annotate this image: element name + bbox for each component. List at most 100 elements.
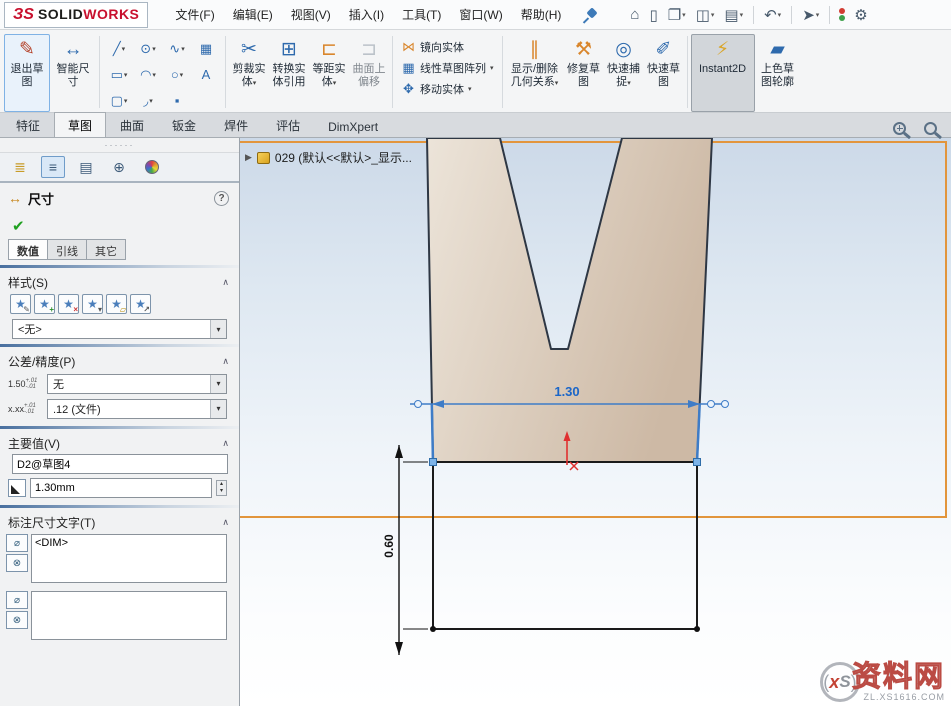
property-manager-tab[interactable]: ≡ bbox=[41, 156, 65, 178]
zoom-to-area-icon[interactable] bbox=[893, 122, 906, 135]
fillet-icon: ◞ bbox=[143, 93, 148, 109]
tab-sketch[interactable]: 草图 bbox=[54, 112, 106, 137]
traffic-light-icon[interactable] bbox=[839, 8, 845, 21]
display-manager-tab[interactable] bbox=[140, 156, 164, 178]
menu-edit[interactable]: 编辑(E) bbox=[224, 1, 282, 28]
rectangle-tool-button[interactable]: ▭▾ bbox=[105, 62, 133, 87]
watermark: (xS) 资料网 ZL.XS1616.COM bbox=[820, 662, 945, 702]
line-tool-button[interactable]: ╱▾ bbox=[105, 36, 133, 61]
menu-window[interactable]: 窗口(W) bbox=[450, 1, 511, 28]
options-button[interactable]: ⚙ bbox=[850, 4, 871, 26]
panel-title: 尺寸 bbox=[28, 189, 54, 208]
tab-dimxpert[interactable]: DimXpert bbox=[314, 115, 392, 137]
slot-tool-button[interactable]: ▢▾ bbox=[105, 88, 133, 113]
center-symbol-button[interactable]: ⊗ bbox=[6, 554, 28, 572]
arc-tool-button[interactable]: ◠▾ bbox=[134, 62, 162, 87]
smart-dimension-button[interactable]: ↔ 智能尺寸 bbox=[50, 34, 96, 112]
dimension-name-input[interactable] bbox=[12, 454, 228, 474]
linear-pattern-button[interactable]: ▦线性草图阵列▾ bbox=[398, 59, 497, 77]
style-apply-button[interactable]: ★↗ bbox=[130, 294, 151, 314]
menu-view[interactable]: 视图(V) bbox=[282, 1, 340, 28]
offset-entities-button[interactable]: ⊏ 等距实体▾ bbox=[309, 34, 349, 112]
instant2d-button[interactable]: ⚡ Instant2D bbox=[691, 34, 755, 112]
tab-surfaces[interactable]: 曲面 bbox=[106, 112, 158, 137]
tab-weldments[interactable]: 焊件 bbox=[210, 112, 262, 137]
flyout-feature-tree[interactable]: ▶ 029 (默认<<默认>_显示... bbox=[245, 149, 412, 166]
ok-button[interactable]: ✔ bbox=[0, 213, 239, 239]
dimxpert-icon: ⊕ bbox=[113, 159, 125, 176]
trim-entities-button[interactable]: ✂ 剪裁实体▾ bbox=[229, 34, 269, 112]
tab-other[interactable]: 其它 bbox=[86, 239, 126, 260]
width-dimension-text: 1.30 bbox=[554, 384, 579, 399]
delete-badge-icon: × bbox=[73, 305, 78, 314]
style-load-button[interactable]: ★▱ bbox=[106, 294, 127, 314]
style-delete-button[interactable]: ★× bbox=[58, 294, 79, 314]
help-icon[interactable]: ? bbox=[214, 191, 229, 206]
select-tool-button[interactable]: ➤▾ bbox=[798, 4, 823, 26]
style-dropdown[interactable]: <无> ▾ bbox=[12, 319, 227, 339]
menu-insert[interactable]: 插入(I) bbox=[340, 1, 393, 28]
dimension-text-area[interactable]: <DIM> bbox=[31, 534, 227, 583]
undo-button[interactable]: ↶▾ bbox=[760, 4, 785, 26]
tolerance-type-dropdown[interactable]: 无 ▾ bbox=[47, 374, 227, 394]
circle-icon: ⊙ bbox=[140, 41, 151, 57]
menu-tools[interactable]: 工具(T) bbox=[393, 1, 450, 28]
tab-sheet-metal[interactable]: 钣金 bbox=[158, 112, 210, 137]
home-button[interactable]: ⌂ bbox=[626, 4, 643, 25]
precision-dropdown[interactable]: .12 (文件) ▾ bbox=[47, 399, 227, 419]
shaded-sketch-contours-button[interactable]: ▰ 上色草图轮廓 bbox=[755, 34, 801, 112]
rapid-sketch-button[interactable]: ✐ 快速草图 bbox=[644, 34, 684, 112]
dimxpert-manager-tab[interactable]: ⊕ bbox=[107, 156, 131, 178]
tab-leaders[interactable]: 引线 bbox=[47, 239, 87, 260]
tab-value[interactable]: 数值 bbox=[8, 239, 48, 260]
primary-value-section-header[interactable]: 主要值(V) ∧ bbox=[0, 433, 239, 453]
dimension-value-input[interactable] bbox=[30, 478, 212, 498]
new-document-button[interactable]: ▯ bbox=[645, 4, 661, 26]
graphics-viewport[interactable]: 0.60 1.30 ▶ 029 (默认<<默认>_显示... (xS) 资料网 … bbox=[240, 138, 951, 706]
style-add-button[interactable]: ★+ bbox=[34, 294, 55, 314]
circle-tool-button[interactable]: ⊙▾ bbox=[134, 36, 162, 61]
repair-sketch-button[interactable]: ⚒ 修复草图 bbox=[564, 34, 604, 112]
save-button[interactable]: ◫▾ bbox=[692, 4, 719, 26]
dimension-text-area-2[interactable] bbox=[31, 591, 227, 640]
shaded-contours-icon: ▰ bbox=[770, 38, 785, 63]
menu-help[interactable]: 帮助(H) bbox=[512, 1, 571, 28]
dimension-arrow bbox=[395, 642, 403, 655]
menu-file[interactable]: 文件(F) bbox=[166, 1, 223, 28]
text-tool-button[interactable]: A bbox=[192, 62, 220, 87]
fillet-tool-button[interactable]: ◞▾ bbox=[134, 88, 162, 113]
sketch-rectangle bbox=[433, 462, 697, 629]
feature-manager-tab[interactable]: ≣ bbox=[8, 156, 32, 178]
solidworks-logo[interactable]: ЗS SOLIDWORKS bbox=[4, 2, 148, 28]
style-edit-button[interactable]: ★✎ bbox=[10, 294, 31, 314]
dimension-text-section-header[interactable]: 标注尺寸文字(T) ∧ bbox=[0, 512, 239, 532]
point-tool-button[interactable]: ▪ bbox=[163, 88, 191, 113]
home-icon: ⌂ bbox=[630, 6, 639, 23]
diameter-symbol-button[interactable]: ⌀ bbox=[6, 534, 28, 552]
chevron-down-icon: ▾ bbox=[816, 11, 820, 19]
tab-features[interactable]: 特征 bbox=[2, 112, 54, 137]
exit-sketch-button[interactable]: ✎ 退出草图 bbox=[4, 34, 50, 112]
style-section-header[interactable]: 样式(S) ∧ bbox=[0, 272, 239, 292]
display-delete-relations-button[interactable]: ∥ 显示/删除几何关系▾ bbox=[506, 34, 564, 112]
sketch-canvas[interactable]: 0.60 1.30 bbox=[240, 138, 951, 706]
tolerance-section-header[interactable]: 公差/精度(P) ∧ bbox=[0, 351, 239, 371]
open-button[interactable]: ❐▾ bbox=[664, 4, 690, 26]
convert-entities-button[interactable]: ⊞ 转换实体引用 bbox=[269, 34, 309, 112]
pin-menu-icon[interactable] bbox=[580, 6, 598, 24]
value-spinner[interactable]: ▴ ▾ bbox=[216, 480, 227, 496]
move-entities-button[interactable]: ✥移动实体▾ bbox=[398, 80, 497, 98]
center-symbol-button[interactable]: ⊗ bbox=[6, 611, 28, 629]
panel-splitter[interactable]: ······ bbox=[0, 138, 239, 153]
print-button[interactable]: ▤▾ bbox=[720, 4, 747, 26]
ellipse-tool-button[interactable]: ○▾ bbox=[163, 62, 191, 87]
quick-snaps-button[interactable]: ◎ 快速捕捉▾ bbox=[604, 34, 644, 112]
mirror-entities-button[interactable]: ⋈镜向实体 bbox=[398, 38, 497, 56]
command-manager-ribbon: ✎ 退出草图 ↔ 智能尺寸 ╱▾ ⊙▾ ∿▾ ▦ ▭▾ ◠▾ ○▾ A ▢▾ ◞… bbox=[0, 30, 951, 113]
zoom-in-out-icon[interactable] bbox=[924, 122, 937, 135]
spline-tool-button[interactable]: ∿▾ bbox=[163, 36, 191, 61]
configuration-manager-tab[interactable]: ▤ bbox=[74, 156, 98, 178]
style-save-button[interactable]: ★▾ bbox=[82, 294, 103, 314]
diameter-symbol-button[interactable]: ⌀ bbox=[6, 591, 28, 609]
tab-evaluate[interactable]: 评估 bbox=[262, 112, 314, 137]
